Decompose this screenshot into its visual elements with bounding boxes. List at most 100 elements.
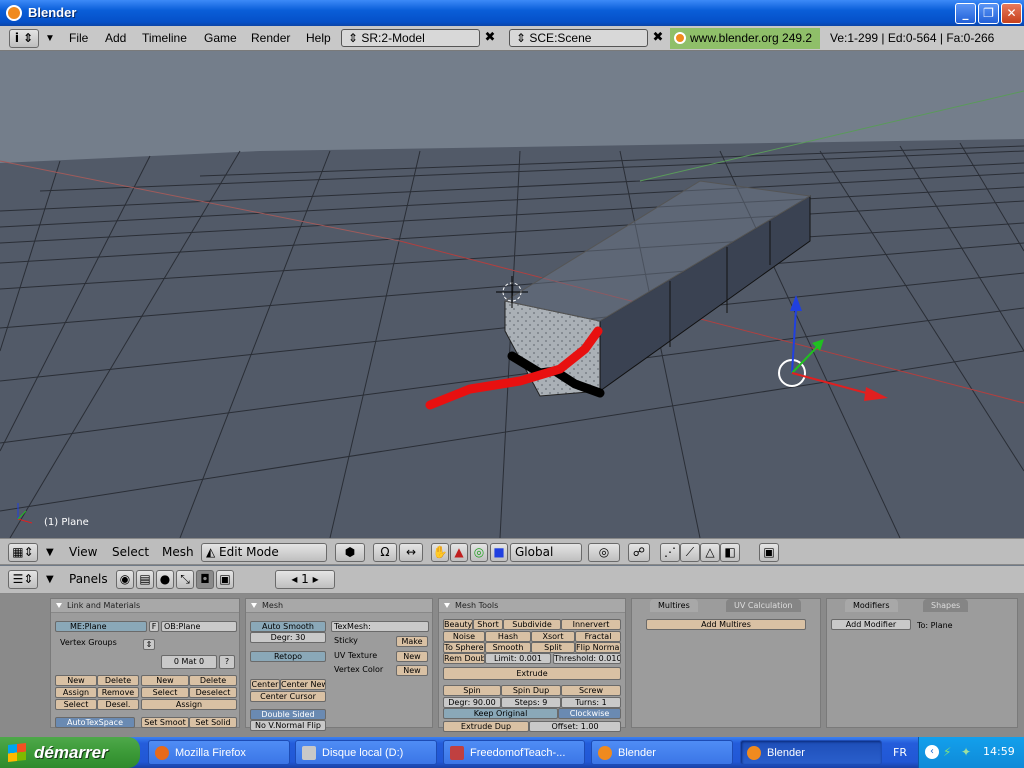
- viewport-canvas[interactable]: [0, 51, 1024, 538]
- keep-original-toggle[interactable]: Keep Original: [443, 708, 558, 719]
- short-button[interactable]: Short: [473, 619, 503, 630]
- proportional-edit-icon[interactable]: ◎: [588, 543, 620, 562]
- vgroup-select-button[interactable]: Select: [55, 699, 97, 710]
- screw-button[interactable]: Screw: [561, 685, 621, 696]
- rotate-icon[interactable]: ◎: [470, 543, 488, 562]
- task-blender-2[interactable]: Blender: [740, 740, 882, 765]
- screen-delete-icon[interactable]: ✖: [481, 29, 499, 47]
- tab-shapes[interactable]: Shapes: [923, 599, 969, 612]
- beauty-button[interactable]: Beauty: [443, 619, 473, 630]
- scene-delete-icon[interactable]: ✖: [649, 29, 667, 47]
- menu-timeline[interactable]: Timeline: [142, 26, 187, 51]
- object-name-field[interactable]: OB:Plane: [161, 621, 237, 632]
- spin-degree-field[interactable]: Degr: 90.00: [443, 697, 501, 708]
- draw-type-icon[interactable]: ⬢: [335, 543, 365, 562]
- material-delete-button[interactable]: Delete: [189, 675, 237, 686]
- menu-mesh[interactable]: Mesh: [162, 543, 194, 562]
- network-icon[interactable]: ⚡: [943, 745, 951, 759]
- face-select-icon[interactable]: △: [700, 543, 720, 562]
- smooth-button[interactable]: Smooth: [485, 642, 531, 653]
- noise-button[interactable]: Noise: [443, 631, 485, 642]
- frame-field[interactable]: ◂ 1 ▸: [275, 570, 335, 589]
- translate-icon[interactable]: ▲: [450, 543, 468, 562]
- add-multires-button[interactable]: Add Multires: [646, 619, 806, 630]
- offset-field[interactable]: Offset: 1.00: [529, 721, 621, 732]
- mode-selector[interactable]: ◭ Edit Mode: [201, 543, 327, 562]
- sticky-make-button[interactable]: Make: [396, 636, 428, 647]
- extrude-button[interactable]: Extrude: [443, 667, 621, 680]
- spin-dup-button[interactable]: Spin Dup: [501, 685, 561, 696]
- occlude-icon[interactable]: ◧: [720, 543, 740, 562]
- tab-multires[interactable]: Multires: [650, 599, 698, 612]
- 3d-viewport[interactable]: (1) Plane: [0, 51, 1024, 538]
- extrude-dup-button[interactable]: Extrude Dup: [443, 721, 529, 732]
- center-cursor-button[interactable]: Center Cursor: [250, 691, 326, 702]
- texmesh-field[interactable]: TexMesh:: [331, 621, 429, 632]
- menu-file[interactable]: File: [69, 26, 88, 51]
- fake-user-button[interactable]: F: [149, 621, 159, 632]
- script-icon[interactable]: ▤: [136, 570, 154, 589]
- tray-expand-icon[interactable]: ‹: [925, 745, 939, 759]
- language-indicator[interactable]: FR: [893, 737, 907, 768]
- edge-select-icon[interactable]: ⟋: [680, 543, 700, 562]
- render-icon[interactable]: ▣: [759, 543, 779, 562]
- close-button[interactable]: ✕: [1001, 3, 1022, 24]
- set-solid-button[interactable]: Set Solid: [189, 717, 237, 728]
- flip-normal-button[interactable]: Flip Normal: [575, 642, 621, 653]
- set-smooth-button[interactable]: Set Smoot: [141, 717, 189, 728]
- vgroup-delete-button[interactable]: Delete: [97, 675, 139, 686]
- material-new-button[interactable]: New: [141, 675, 189, 686]
- material-index-field[interactable]: 0 Mat 0: [161, 655, 217, 669]
- spin-button[interactable]: Spin: [443, 685, 501, 696]
- logic-icon[interactable]: ◉: [116, 570, 134, 589]
- collapse-buttons-icon[interactable]: ▼: [46, 570, 54, 589]
- split-button[interactable]: Split: [531, 642, 575, 653]
- menu-view[interactable]: View: [69, 543, 97, 562]
- menu-render[interactable]: Render: [251, 26, 290, 51]
- xsort-button[interactable]: Xsort: [531, 631, 575, 642]
- shading-icon[interactable]: ●: [156, 570, 174, 589]
- mesh-name-field[interactable]: ME:Plane: [55, 621, 147, 632]
- material-help-button[interactable]: ?: [219, 655, 235, 669]
- uv-texture-new-button[interactable]: New: [396, 651, 428, 662]
- scale-icon[interactable]: ■: [490, 543, 508, 562]
- pivot-icon[interactable]: Ω: [373, 543, 397, 562]
- autotexspace-toggle[interactable]: AutoTexSpace: [55, 717, 135, 728]
- menu-help[interactable]: Help: [306, 26, 331, 51]
- menu-select[interactable]: Select: [112, 543, 149, 562]
- tab-uv-calculation[interactable]: UV Calculation: [726, 599, 801, 612]
- maximize-button[interactable]: ❐: [978, 3, 999, 24]
- innervert-button[interactable]: Innervert: [561, 619, 621, 630]
- clockwise-toggle[interactable]: Clockwise: [558, 708, 621, 719]
- buttons-window-type-icon[interactable]: ☰⇕: [8, 570, 38, 589]
- vgroup-new-button[interactable]: New: [55, 675, 97, 686]
- collapse-menu-icon[interactable]: ▼: [45, 26, 55, 51]
- hand-icon[interactable]: ✋: [431, 543, 449, 562]
- rem-doubles-button[interactable]: Rem Doubl: [443, 653, 485, 664]
- editing-icon[interactable]: ◘: [196, 570, 214, 589]
- scene-icon[interactable]: ▣: [216, 570, 234, 589]
- minimize-button[interactable]: _: [955, 3, 976, 24]
- hash-button[interactable]: Hash: [485, 631, 531, 642]
- screen-selector[interactable]: ⇕ SR:2-Model: [341, 29, 480, 47]
- add-modifier-button[interactable]: Add Modifier: [831, 619, 911, 630]
- start-button[interactable]: démarrer: [0, 737, 140, 768]
- limit-field[interactable]: Limit: 0.001: [485, 653, 551, 664]
- auto-smooth-toggle[interactable]: Auto Smooth: [250, 621, 326, 632]
- threshold-field[interactable]: Threshold: 0.010: [553, 653, 621, 664]
- manipulator-icon[interactable]: ↔: [399, 543, 423, 562]
- center-button[interactable]: Center: [250, 679, 280, 690]
- no-vnormal-flip-toggle[interactable]: No V.Normal Flip: [250, 720, 326, 731]
- steps-field[interactable]: Steps: 9: [501, 697, 561, 708]
- to-sphere-button[interactable]: To Sphere: [443, 642, 485, 653]
- task-firefox[interactable]: Mozilla Firefox: [148, 740, 290, 765]
- center-new-button[interactable]: Center New: [280, 679, 326, 690]
- task-freedomofteach[interactable]: FreedomofTeach-...: [443, 740, 585, 765]
- turns-field[interactable]: Turns: 1: [561, 697, 621, 708]
- smooth-degree-field[interactable]: Degr: 30: [250, 632, 326, 643]
- vertex-groups-menu[interactable]: ⇕: [143, 639, 155, 650]
- subdivide-button[interactable]: Subdivide: [503, 619, 561, 630]
- grid-window-type-icon[interactable]: ▦⇕: [8, 543, 38, 562]
- task-disque-local[interactable]: Disque local (D:): [295, 740, 437, 765]
- vertex-select-icon[interactable]: ⋰: [660, 543, 680, 562]
